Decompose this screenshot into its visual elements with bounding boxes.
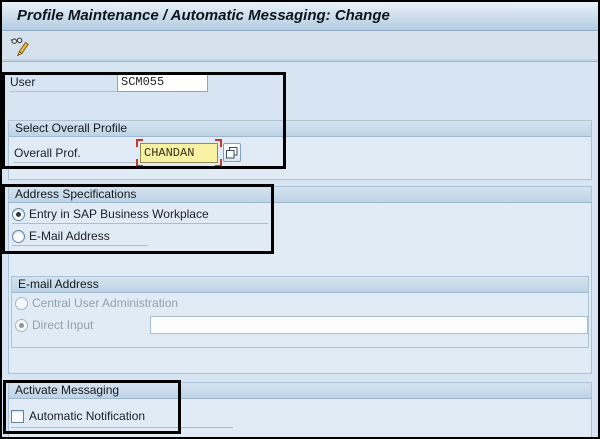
page-title: Profile Maintenance / Automatic Messagin… (2, 2, 598, 31)
overall-profile-input[interactable] (140, 143, 218, 163)
row-separator (11, 427, 233, 428)
group-activate-messaging-title: Activate Messaging (9, 383, 591, 399)
radio-email-address-label: E-Mail Address (29, 229, 110, 244)
group-address-specifications-title: Address Specifications (9, 187, 591, 203)
group-email-address: E-mail Address (11, 276, 589, 348)
overall-profile-label: Overall Prof. (14, 144, 138, 163)
radio-direct-input-label: Direct Input (32, 318, 93, 333)
group-email-address-title: E-mail Address (12, 277, 588, 293)
user-label: User (10, 73, 117, 92)
user-input[interactable] (117, 72, 208, 92)
sap-window: Profile Maintenance / Automatic Messagin… (0, 0, 600, 439)
radio-central-user-administration-label: Central User Administration (32, 296, 178, 311)
row-separator (12, 223, 268, 224)
row-separator (12, 245, 148, 246)
automatic-notification-label: Automatic Notification (29, 409, 145, 424)
radio-email-address[interactable] (12, 230, 25, 243)
radio-entry-in-sap-business-workplace[interactable] (12, 208, 25, 221)
value-help-button[interactable] (223, 143, 241, 162)
radio-central-user-administration (15, 297, 28, 310)
application-toolbar (2, 31, 598, 62)
direct-input-field (150, 316, 588, 334)
display-change-icon[interactable] (10, 36, 30, 56)
radio-direct-input (15, 319, 28, 332)
group-select-overall-profile-title: Select Overall Profile (9, 121, 591, 137)
radio-entry-in-sap-business-workplace-label: Entry in SAP Business Workplace (29, 207, 209, 222)
automatic-notification-checkbox[interactable] (11, 410, 24, 423)
matchcode-icon (226, 147, 238, 159)
